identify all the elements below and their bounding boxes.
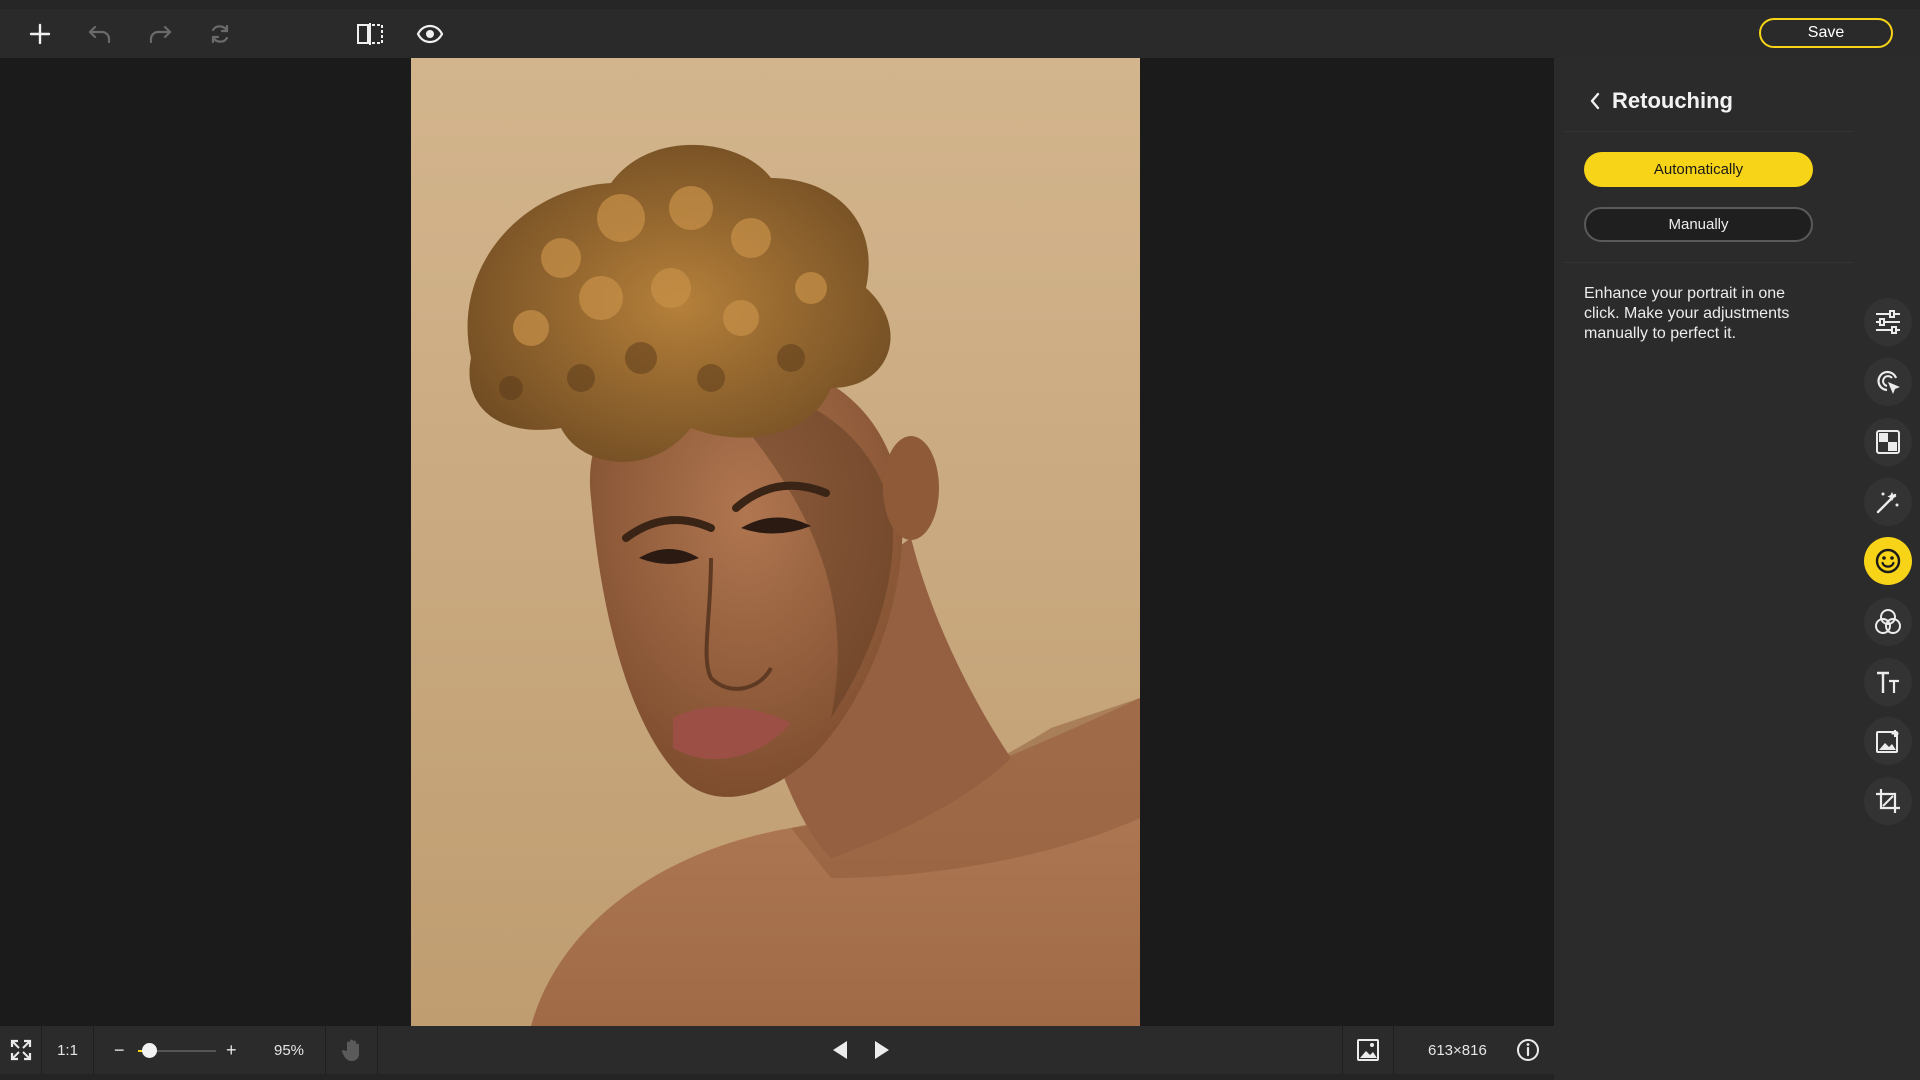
panel-description: Enhance your portrait in one click. Make… (1584, 285, 1790, 342)
adjust-sliders-icon (1876, 310, 1900, 334)
reset-icon (211, 24, 229, 44)
zoom-in-button[interactable]: + (226, 1040, 237, 1061)
preview-eye-icon (416, 24, 444, 44)
image-insert-tool-button[interactable] (1864, 717, 1912, 765)
triangle-left-icon (833, 1041, 847, 1059)
previous-image-button[interactable] (826, 1036, 854, 1064)
select-object-icon (1877, 370, 1900, 394)
automatically-button[interactable]: Automatically (1584, 152, 1813, 187)
text-tool-button[interactable] (1864, 658, 1912, 706)
magic-wand-icon (1876, 492, 1899, 514)
top-toolbar: Save (0, 0, 1920, 58)
retouch-tool-button[interactable] (1864, 537, 1912, 585)
compare-button[interactable] (352, 19, 388, 49)
crop-icon (1876, 789, 1900, 813)
panel-title: Retouching (1612, 87, 1733, 113)
zoom-percent: 95% (274, 1042, 305, 1059)
save-button[interactable]: Save (1759, 18, 1893, 48)
pan-tool-button[interactable] (326, 1026, 378, 1074)
next-image-button[interactable] (868, 1036, 896, 1064)
manually-button[interactable]: Manually (1584, 207, 1813, 242)
zoom-out-button[interactable]: − (114, 1040, 125, 1061)
hand-icon (341, 1039, 359, 1061)
image-dimensions: 613×816 (1428, 1042, 1487, 1059)
undo-icon (88, 25, 111, 44)
zoom-control: − + 95% (94, 1026, 326, 1074)
reset-button[interactable] (202, 19, 238, 49)
add-button[interactable] (22, 19, 58, 49)
preview-button[interactable] (412, 19, 448, 49)
image-canvas[interactable] (0, 58, 1554, 1026)
image-icon (1357, 1039, 1379, 1061)
panel-header: Retouching (1564, 70, 1854, 132)
fullscreen-button[interactable] (0, 1026, 42, 1074)
zoom-slider-knob[interactable] (141, 1043, 157, 1058)
panel-divider (1564, 262, 1854, 263)
actual-size-label: 1:1 (57, 1041, 78, 1059)
magic-tool-button[interactable] (1864, 478, 1912, 526)
back-button[interactable] (1582, 88, 1608, 114)
image-insert-icon (1876, 730, 1899, 753)
fullscreen-icon (10, 1039, 31, 1061)
triangle-right-icon (875, 1041, 889, 1059)
crop-tool-button[interactable] (1864, 777, 1912, 825)
color-filters-icon (1875, 609, 1901, 634)
layers-icon (1876, 430, 1900, 454)
adjust-tool-button[interactable] (1864, 298, 1912, 346)
undo-button[interactable] (82, 19, 118, 49)
layers-tool-button[interactable] (1864, 418, 1912, 466)
info-icon (1517, 1039, 1539, 1061)
bottom-toolbar: 1:1 − + 95% 613×816 (0, 1026, 1554, 1080)
retouch-face-icon (1875, 548, 1901, 574)
portrait-image (411, 58, 1140, 1026)
redo-icon (149, 25, 172, 44)
plus-icon (29, 23, 51, 45)
image-view-button[interactable] (1342, 1026, 1394, 1074)
select-tool-button[interactable] (1864, 358, 1912, 406)
redo-button[interactable] (142, 19, 178, 49)
zoom-slider[interactable] (138, 1043, 216, 1058)
portrait-photo (411, 58, 1140, 1026)
chevron-left-icon (1590, 92, 1600, 109)
compare-split-icon (357, 23, 383, 45)
filters-tool-button[interactable] (1864, 598, 1912, 646)
text-icon (1877, 671, 1899, 693)
info-button[interactable] (1514, 1036, 1542, 1064)
actual-size-button[interactable]: 1:1 (42, 1026, 94, 1074)
